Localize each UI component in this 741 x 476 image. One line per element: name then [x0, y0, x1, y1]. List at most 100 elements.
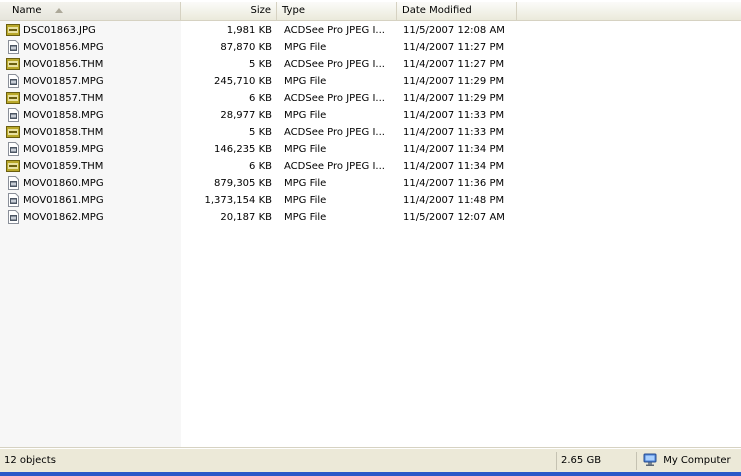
file-name: MOV01859.MPG — [23, 144, 104, 155]
file-type: ACDSee Pro JPEG I... — [284, 93, 385, 104]
file-name: MOV01861.MPG — [23, 195, 104, 206]
status-bar: 12 objects 2.65 GB My Computer — [0, 448, 741, 473]
file-row[interactable]: MOV01858.THM 5 KB ACDSee Pro JPEG I... 11/4… — [0, 124, 741, 141]
file-date-modified: 11/4/2007 11:48 PM — [403, 195, 505, 206]
jpg-icon — [6, 126, 20, 138]
file-type: ACDSee Pro JPEG I... — [284, 127, 385, 138]
file-type: MPG File — [284, 144, 327, 155]
mpg-icon — [8, 74, 19, 88]
file-date-modified: 11/4/2007 11:29 PM — [403, 76, 505, 87]
file-name-cell[interactable]: MOV01862.MPG — [5, 209, 179, 226]
column-header-name[interactable]: Name — [0, 2, 181, 20]
file-type: MPG File — [284, 110, 327, 121]
file-size: 1,981 KB — [226, 25, 272, 36]
file-name-cell[interactable]: MOV01860.MPG — [5, 175, 179, 192]
taskbar-edge — [0, 472, 741, 476]
mpg-icon — [8, 176, 19, 190]
file-type: MPG File — [284, 178, 327, 189]
file-type: ACDSee Pro JPEG I... — [284, 161, 385, 172]
file-size: 87,870 KB — [220, 42, 272, 53]
file-type: ACDSee Pro JPEG I... — [284, 25, 385, 36]
jpg-icon — [6, 92, 20, 104]
file-name-cell[interactable]: MOV01858.MPG — [5, 107, 179, 124]
file-row[interactable]: MOV01858.MPG 28,977 KB MPG File 11/4/2007 1… — [0, 107, 741, 124]
file-row[interactable]: MOV01859.MPG 146,235 KB MPG File 11/4/2007 … — [0, 141, 741, 158]
file-name-cell[interactable]: MOV01857.MPG — [5, 73, 179, 90]
file-date-modified: 11/4/2007 11:36 PM — [403, 178, 505, 189]
file-name-cell[interactable]: MOV01857.THM — [5, 90, 179, 107]
file-list: DSC01863.JPG 1,981 KB ACDSee Pro JPEG I...… — [0, 22, 741, 226]
file-name-cell[interactable]: MOV01859.MPG — [5, 141, 179, 158]
file-name-cell[interactable]: MOV01856.THM — [5, 56, 179, 73]
file-size: 245,710 KB — [214, 76, 272, 87]
file-name: MOV01858.THM — [23, 127, 104, 138]
file-name: MOV01857.MPG — [23, 76, 104, 87]
file-date-modified: 11/4/2007 11:33 PM — [403, 110, 505, 121]
file-size: 28,977 KB — [220, 110, 272, 121]
column-header-name-label: Name — [12, 5, 42, 16]
file-size: 20,187 KB — [220, 212, 272, 223]
column-header-size[interactable]: Size — [181, 2, 277, 20]
status-object-count: 12 objects — [4, 455, 56, 466]
file-name: MOV01856.THM — [23, 59, 104, 70]
column-header-type-label: Type — [282, 5, 305, 16]
status-zone-label: My Computer — [663, 455, 731, 466]
mpg-icon — [8, 142, 19, 156]
file-name: MOV01857.THM — [23, 93, 104, 104]
column-header-date-modified[interactable]: Date Modified — [397, 2, 517, 20]
file-size: 5 KB — [249, 127, 272, 138]
file-row[interactable]: MOV01861.MPG 1,373,154 KB MPG File 11/4/200… — [0, 192, 741, 209]
file-type: MPG File — [284, 76, 327, 87]
file-name: DSC01863.JPG — [23, 25, 96, 36]
file-date-modified: 11/4/2007 11:33 PM — [403, 127, 505, 138]
file-size: 879,305 KB — [214, 178, 272, 189]
file-size: 1,373,154 KB — [204, 195, 273, 206]
mpg-icon — [8, 108, 19, 122]
file-size: 6 KB — [249, 161, 272, 172]
file-size: 6 KB — [249, 93, 272, 104]
file-name-cell[interactable]: MOV01856.MPG — [5, 39, 179, 56]
file-type: MPG File — [284, 42, 327, 53]
file-date-modified: 11/4/2007 11:27 PM — [403, 42, 505, 53]
computer-icon — [643, 453, 657, 466]
file-name: MOV01856.MPG — [23, 42, 104, 53]
column-header-size-label: Size — [250, 5, 271, 16]
status-total-size: 2.65 GB — [556, 452, 636, 470]
file-date-modified: 11/5/2007 12:07 AM — [403, 212, 505, 223]
file-row[interactable]: DSC01863.JPG 1,981 KB ACDSee Pro JPEG I...… — [0, 22, 741, 39]
file-name-cell[interactable]: MOV01858.THM — [5, 124, 179, 141]
mpg-icon — [8, 210, 19, 224]
file-date-modified: 11/5/2007 12:08 AM — [403, 25, 505, 36]
sort-ascending-icon — [54, 7, 63, 13]
jpg-icon — [6, 58, 20, 70]
file-row[interactable]: MOV01856.MPG 87,870 KB MPG File 11/4/2007 1… — [0, 39, 741, 56]
column-header-type[interactable]: Type — [277, 2, 397, 20]
file-row[interactable]: MOV01856.THM 5 KB ACDSee Pro JPEG I... 11/4… — [0, 56, 741, 73]
file-name-cell[interactable]: DSC01863.JPG — [5, 22, 179, 39]
file-name: MOV01862.MPG — [23, 212, 104, 223]
file-type: ACDSee Pro JPEG I... — [284, 59, 385, 70]
file-size: 5 KB — [249, 59, 272, 70]
file-date-modified: 11/4/2007 11:34 PM — [403, 144, 505, 155]
file-row[interactable]: MOV01857.MPG 245,710 KB MPG File 11/4/2007 … — [0, 73, 741, 90]
column-header-bar: Name Size Type Date Modified — [0, 2, 741, 21]
file-date-modified: 11/4/2007 11:27 PM — [403, 59, 505, 70]
file-date-modified: 11/4/2007 11:34 PM — [403, 161, 505, 172]
file-date-modified: 11/4/2007 11:29 PM — [403, 93, 505, 104]
file-name: MOV01860.MPG — [23, 178, 104, 189]
file-row[interactable]: MOV01862.MPG 20,187 KB MPG File 11/5/2007 1… — [0, 209, 741, 226]
file-type: MPG File — [284, 212, 327, 223]
mpg-icon — [8, 40, 19, 54]
file-row[interactable]: MOV01857.THM 6 KB ACDSee Pro JPEG I... 11/4… — [0, 90, 741, 107]
file-name-cell[interactable]: MOV01859.THM — [5, 158, 179, 175]
jpg-icon — [6, 160, 20, 172]
file-name: MOV01858.MPG — [23, 110, 104, 121]
file-type: MPG File — [284, 195, 327, 206]
file-row[interactable]: MOV01860.MPG 879,305 KB MPG File 11/4/2007 … — [0, 175, 741, 192]
jpg-icon — [6, 24, 20, 36]
mpg-icon — [8, 193, 19, 207]
column-header-date-label: Date Modified — [402, 5, 472, 16]
file-row[interactable]: MOV01859.THM 6 KB ACDSee Pro JPEG I... 11/4… — [0, 158, 741, 175]
file-name: MOV01859.THM — [23, 161, 104, 172]
file-name-cell[interactable]: MOV01861.MPG — [5, 192, 179, 209]
